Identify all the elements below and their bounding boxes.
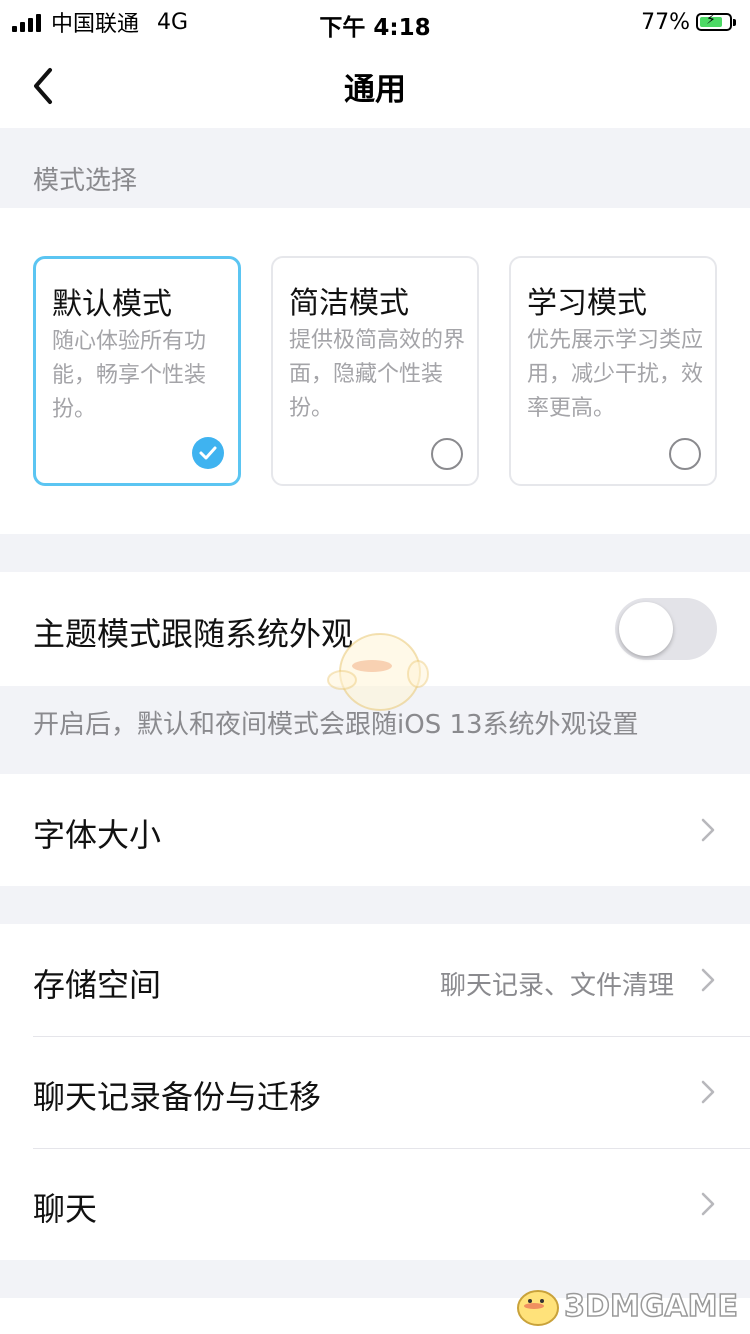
mode-title: 学习模式 — [527, 286, 647, 321]
mode-selection-panel: 默认模式 随心体验所有功能，畅享个性装扮。 简洁模式 提供极简高效的界面，隐藏个… — [0, 208, 750, 534]
page-title: 通用 — [344, 72, 406, 108]
chevron-right-icon — [701, 1192, 715, 1216]
chevron-right-icon — [701, 818, 715, 842]
status-time: 下午 4:18 — [319, 15, 431, 41]
battery-percent: 77% — [641, 9, 690, 35]
storage-row[interactable]: 存储空间 聊天记录、文件清理 — [0, 924, 750, 1036]
mode-description: 提供极简高效的界面，隐藏个性装扮。 — [289, 328, 466, 421]
mode-card-study[interactable]: 学习模式 优先展示学习类应用，减少干扰，效率更高。 — [509, 256, 717, 486]
mode-description: 优先展示学习类应用，减少干扰，效率更高。 — [527, 328, 704, 421]
status-bar: 中国联通 4G 下午 4:18 77% ⚡ — [0, 0, 750, 44]
storage-value: 聊天记录、文件清理 — [439, 971, 674, 1001]
battery-indicator: 77% ⚡ — [641, 8, 736, 36]
theme-follow-toggle[interactable] — [615, 598, 717, 660]
chat-backup-row[interactable]: 聊天记录备份与迁移 — [0, 1037, 750, 1148]
watermark: 3DMGAME — [508, 1284, 739, 1328]
chat-label: 聊天 — [33, 1190, 98, 1228]
mode-card-default[interactable]: 默认模式 随心体验所有功能，畅享个性装扮。 — [33, 256, 241, 486]
charging-bolt-icon: ⚡ — [706, 12, 716, 28]
radio-unchecked-icon — [431, 438, 463, 470]
battery-cap — [733, 18, 736, 26]
section-label-mode: 模式选择 — [33, 166, 138, 196]
toggle-knob — [619, 602, 673, 656]
nav-bar: 通用 — [0, 44, 750, 128]
mode-description: 随心体验所有功能，畅享个性装扮。 — [52, 329, 207, 422]
radio-unchecked-icon — [669, 438, 701, 470]
mascot-logo-icon — [517, 1290, 560, 1326]
chevron-right-icon — [701, 968, 715, 992]
mode-card-simple[interactable]: 简洁模式 提供极简高效的界面，隐藏个性装扮。 — [271, 256, 479, 486]
chevron-right-icon — [701, 1080, 715, 1104]
font-size-row[interactable]: 字体大小 — [0, 774, 750, 886]
theme-follow-label: 主题模式跟随系统外观 — [33, 615, 354, 653]
mode-title: 默认模式 — [52, 287, 172, 322]
watermark-text: 3DMGAME — [563, 1288, 738, 1325]
checkmark-icon — [192, 437, 224, 469]
storage-label: 存储空间 — [33, 966, 162, 1004]
chat-backup-label: 聊天记录备份与迁移 — [33, 1078, 322, 1116]
battery-icon: ⚡ — [696, 12, 732, 31]
mode-title: 简洁模式 — [289, 286, 409, 321]
chat-row[interactable]: 聊天 — [0, 1149, 750, 1260]
settings-group: 存储空间 聊天记录、文件清理 聊天记录备份与迁移 聊天 — [0, 924, 750, 1260]
mascot-watermark-icon — [327, 633, 429, 711]
font-size-label: 字体大小 — [33, 816, 162, 854]
